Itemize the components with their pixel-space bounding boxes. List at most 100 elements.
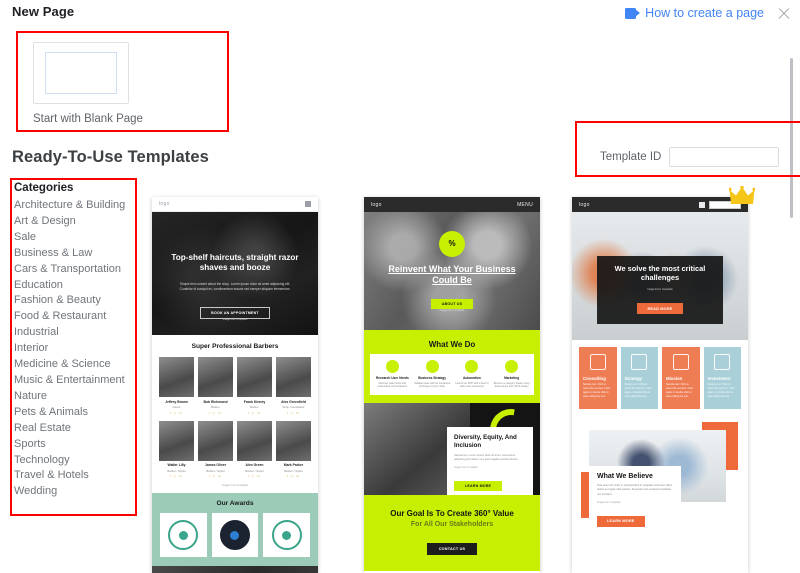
template-card-corporate-orange[interactable]: logo We solve the most critical challeng… (572, 197, 748, 573)
social-icons: f ▢ in (286, 410, 301, 415)
believe-learn-more-button[interactable]: LEARN MORE (597, 515, 645, 527)
category-item-7[interactable]: Food & Restaurant (14, 309, 134, 325)
template-card-barbershop[interactable]: logo Top-shelf haircuts, straight razor … (152, 197, 318, 573)
category-item-8[interactable]: Industrial (14, 325, 134, 341)
team-member: Walter Lilly Barber / Stylist f ▢ in (159, 420, 194, 478)
feature-item-0: Research User Needs Discover pain points … (374, 360, 411, 389)
what-we-believe-section: What We Believe Duis aute irure dolor in… (572, 416, 748, 536)
template-id-label: Template ID (600, 151, 662, 163)
category-item-13[interactable]: Pets & Animals (14, 405, 134, 421)
tile-desc: Sample text. Click to select the text bo… (583, 383, 610, 398)
tile-title: Consulting (583, 376, 606, 381)
feature-icon (385, 360, 399, 373)
service-tiles-grid: Consulting Sample text. Click to select t… (572, 340, 748, 416)
team-member: Bob Richmond Barber f ▢ in (198, 357, 233, 415)
award-badge-1 (211, 513, 259, 557)
goal-contact-button[interactable]: CONTACT US (426, 543, 478, 556)
tile-icon (672, 354, 689, 370)
nav-menu-item[interactable]: MENU (517, 202, 533, 208)
scrollbar-thumb[interactable] (790, 58, 793, 218)
feature-title: Research User Needs (375, 376, 409, 380)
believe-title: What We Believe (597, 473, 653, 480)
categories-panel: Categories Architecture & Building Art & … (14, 182, 134, 500)
what-we-do-section: What We Do Research User Needs Discover p… (364, 330, 540, 403)
template-card-business-lime[interactable]: logo MENU % Reinvent What Your Business … (364, 197, 540, 573)
team-member-role: Barber / Stylist (167, 468, 186, 473)
page-title: New Page (12, 4, 75, 19)
team-section: Super Professional Barbers Jeffrey Brown… (152, 335, 318, 493)
category-item-6[interactable]: Fashion & Beauty (14, 293, 134, 309)
category-item-0[interactable]: Architecture & Building (14, 198, 134, 214)
start-with-blank-page-thumbnail[interactable] (33, 42, 129, 104)
category-item-10[interactable]: Medicine & Science (14, 357, 134, 373)
feature-desc: Discover pain points and understand user… (377, 381, 408, 389)
ready-to-use-templates-heading: Ready-To-Use Templates (12, 148, 209, 166)
template-navbar: logo MENU (364, 197, 540, 212)
header-actions: How to create a page (625, 5, 792, 21)
tile-icon (714, 354, 731, 370)
feature-item-3: Marketing Become a category leader using … (493, 360, 530, 389)
template-hero: Top-shelf haircuts, straight razor shave… (152, 212, 318, 335)
category-item-2[interactable]: Sale (14, 230, 134, 246)
team-member-name: Walter Lilly (167, 463, 186, 467)
template-id-row: Template ID (600, 147, 780, 167)
category-item-18[interactable]: Wedding (14, 484, 134, 500)
social-icons: f ▢ in (169, 474, 184, 478)
dei-learn-more-button[interactable]: LEARN MORE (454, 481, 503, 492)
hero-cta-button[interactable]: BOOK AN APPOINTMENT (200, 306, 270, 319)
category-item-1[interactable]: Art & Design (14, 214, 134, 230)
hero-cta-button[interactable]: ABOUT US (430, 299, 474, 310)
categories-list: Architecture & Building Art & Design Sale B… (14, 198, 134, 500)
scrollbar[interactable] (790, 28, 797, 573)
goal-subtitle: For All Our Stakeholders (410, 521, 494, 529)
award-badge-0 (160, 513, 207, 557)
hamburger-menu-icon (699, 201, 705, 208)
dei-title: Diversity, Equity, And Inclusion (454, 434, 517, 449)
category-item-14[interactable]: Real Estate (14, 421, 134, 437)
how-to-create-a-page-link[interactable]: How to create a page (625, 6, 764, 20)
team-member: Alex Greenfield Shop Coordinator f ▢ in (276, 357, 311, 415)
close-icon[interactable] (776, 5, 792, 21)
hero-text-box: We solve the most critical challenges Im… (596, 255, 724, 324)
team-member: James Oliver Barber / Stylist f ▢ in (198, 420, 233, 478)
template-brand-badge: % (439, 230, 465, 257)
tile-title: Investment (707, 376, 731, 381)
feature-title: Automation (463, 376, 481, 380)
category-item-9[interactable]: Interior (14, 341, 134, 357)
template-id-input[interactable] (669, 147, 780, 167)
start-with-blank-page-label[interactable]: Start with Blank Page (33, 113, 143, 125)
feature-icon (425, 360, 439, 373)
believe-card: What We Believe Duis aute irure dolor in… (589, 466, 681, 536)
category-item-12[interactable]: Nature (14, 389, 134, 405)
team-member-role: Owner (172, 405, 181, 409)
tile-icon (631, 354, 648, 370)
tile-title: Mission (666, 376, 683, 381)
team-member: Frank Kinney Barber f ▢ in (237, 357, 272, 415)
category-item-4[interactable]: Cars & Transportation (14, 262, 134, 278)
feature-desc: Validate ideas with an interactive proto… (414, 381, 451, 389)
template-hero: We solve the most critical challenges Im… (572, 212, 748, 340)
tile-desc: Sample text. Click to select the text bo… (624, 383, 652, 398)
category-item-5[interactable]: Education (14, 278, 134, 294)
category-item-15[interactable]: Sports (14, 437, 134, 453)
category-item-16[interactable]: Technology (14, 453, 134, 469)
category-item-11[interactable]: Music & Entertainment (14, 373, 134, 389)
social-icons: f ▢ in (247, 410, 262, 415)
feature-icon (505, 360, 519, 373)
template-hero: % Reinvent What Your Business Could Be A… (364, 212, 540, 330)
service-tile-2: Mission Sample text. Click to select the … (662, 347, 700, 409)
video-camera-icon (625, 7, 641, 19)
team-member-role: Barber / Stylist (245, 468, 264, 473)
believe-text: Duis aute irure dolor in reprehenderit i… (597, 484, 673, 496)
category-item-3[interactable]: Business & Law (14, 246, 134, 262)
social-icons: f ▢ in (208, 474, 223, 478)
category-item-17[interactable]: Travel & Hotels (14, 468, 134, 484)
template-navbar: logo (152, 197, 318, 212)
tile-desc: Sample text. Click to select the text bo… (666, 383, 693, 398)
service-tile-3: Investment Sample text. Click to select t… (703, 347, 741, 409)
tile-desc: Sample text. Click to select the text bo… (707, 383, 735, 398)
tile-title: Strategy (624, 376, 643, 381)
feature-title: Business Strategy (418, 376, 447, 380)
social-icons: f ▢ in (169, 410, 184, 415)
hero-read-more-button[interactable]: READ MORE (637, 303, 683, 315)
